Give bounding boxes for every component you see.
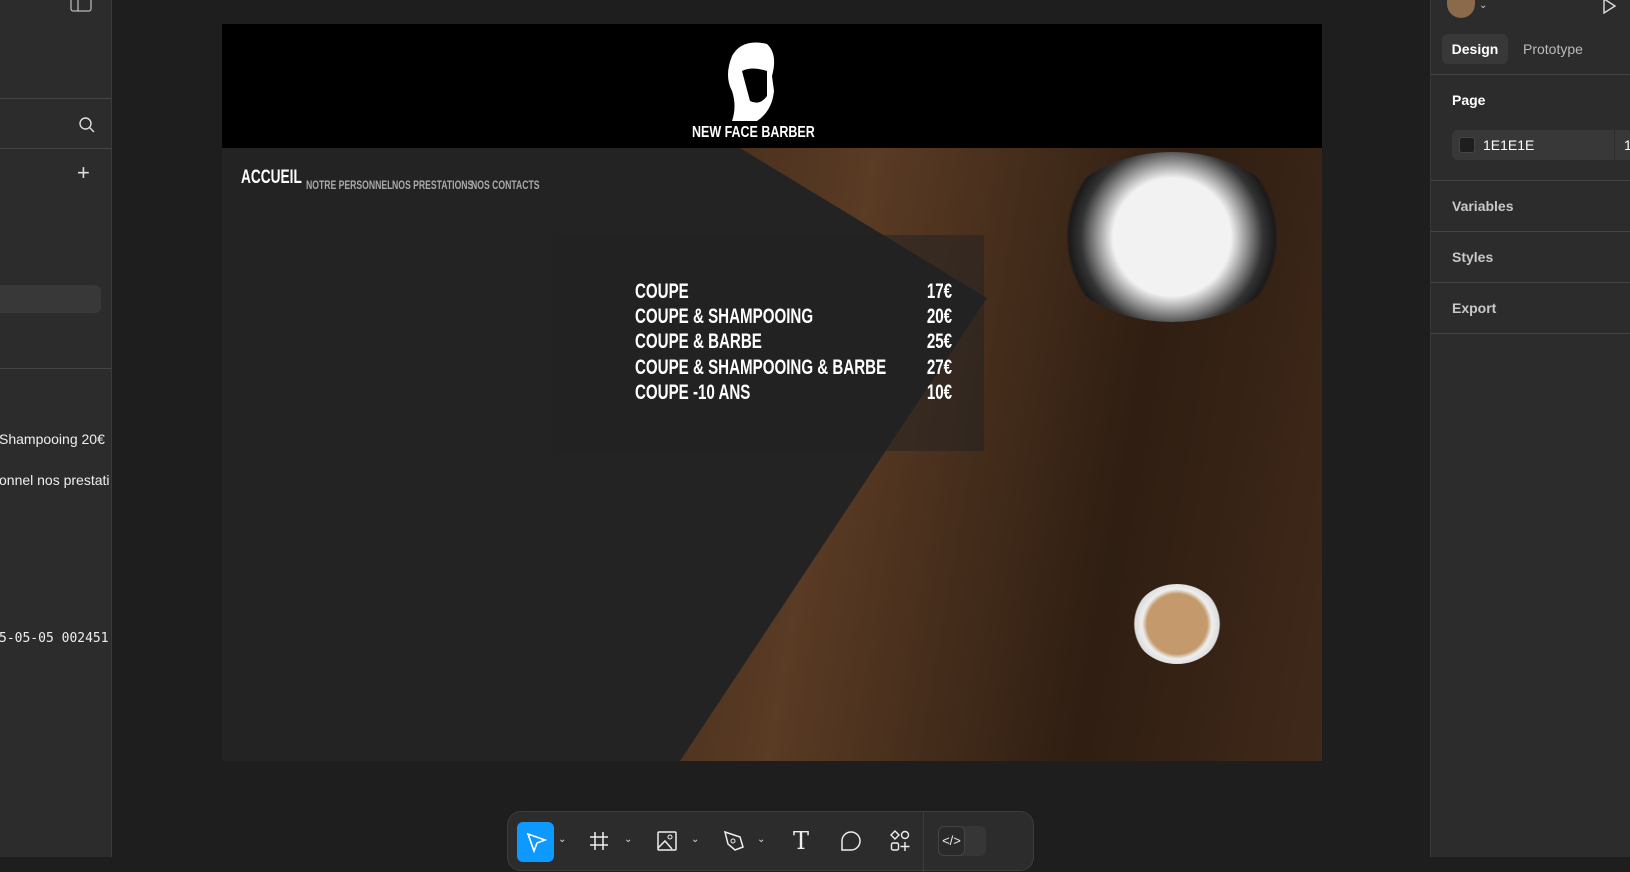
menu-item-name: COUPE & BARBE bbox=[635, 330, 762, 353]
pen-tool-button[interactable] bbox=[719, 826, 749, 856]
menu-item-price: 25€ bbox=[926, 330, 952, 353]
brand-name: NEW FACE BARBER bbox=[692, 124, 815, 141]
chevron-down-icon[interactable]: ⌄ bbox=[757, 834, 765, 845]
image-tool-button[interactable] bbox=[652, 826, 682, 856]
shaving-cream-bowl bbox=[1052, 152, 1292, 322]
color-swatch[interactable] bbox=[1459, 137, 1475, 153]
tab-prototype[interactable]: Prototype bbox=[1523, 41, 1583, 57]
search-icon[interactable] bbox=[78, 116, 96, 134]
assets-tool-button[interactable] bbox=[885, 826, 915, 856]
menu-item-name: COUPE & SHAMPOOING bbox=[635, 305, 814, 328]
comment-icon bbox=[841, 831, 861, 851]
page-section-title: Page bbox=[1452, 92, 1486, 108]
chevron-down-icon[interactable]: ⌄ bbox=[624, 834, 632, 845]
text-icon: T bbox=[792, 827, 809, 855]
menu-item-price: 17€ bbox=[926, 280, 952, 303]
wax-tin bbox=[1132, 584, 1222, 664]
menu-item-price: 27€ bbox=[926, 356, 952, 379]
dev-mode-toggle[interactable]: </> bbox=[938, 826, 986, 856]
barber-page-frame[interactable]: NEW FACE BARBER ACCUEIL NOTRE PERSONNEL … bbox=[222, 24, 1322, 761]
export-section[interactable]: Export bbox=[1452, 300, 1496, 316]
frame-icon bbox=[590, 832, 608, 850]
code-icon: </> bbox=[938, 826, 965, 856]
layer-item[interactable]: Shampooing 20€ bbox=[0, 431, 105, 447]
variables-section[interactable]: Variables bbox=[1452, 198, 1514, 214]
move-tool-button[interactable] bbox=[517, 822, 554, 862]
menu-item-name: COUPE -10 ANS bbox=[635, 381, 751, 404]
layers-panel: + Shampooing 20€ onnel nos prestati 5-05… bbox=[0, 0, 112, 857]
layer-item[interactable]: 5-05-05 002451 1 bbox=[0, 631, 111, 646]
chevron-down-icon[interactable]: ⌄ bbox=[1479, 0, 1487, 11]
menu-item-price: 20€ bbox=[926, 305, 952, 328]
chevron-down-icon[interactable]: ⌄ bbox=[558, 834, 566, 845]
cursor-icon bbox=[526, 832, 547, 853]
play-icon[interactable] bbox=[1601, 0, 1617, 14]
color-hex-value[interactable]: 1E1E1E bbox=[1483, 137, 1534, 153]
styles-section[interactable]: Styles bbox=[1452, 249, 1493, 265]
panel-toggle-icon[interactable] bbox=[70, 0, 92, 12]
add-page-icon[interactable]: + bbox=[77, 160, 90, 186]
page-color-field[interactable]: 1E1E1E 1 bbox=[1452, 130, 1630, 160]
opacity-value[interactable]: 1 bbox=[1624, 137, 1630, 153]
tab-design[interactable]: Design bbox=[1442, 34, 1508, 64]
text-tool-button[interactable]: T bbox=[786, 826, 816, 856]
nav-nos-contacts[interactable]: NOS CONTACTS bbox=[471, 178, 566, 192]
frame-tool-button[interactable] bbox=[584, 826, 614, 856]
properties-panel: ⌄ Design Prototype Page 1E1E1E 1 Variabl… bbox=[1430, 0, 1630, 857]
selected-page-item[interactable] bbox=[0, 285, 101, 313]
components-icon bbox=[890, 830, 910, 851]
pen-icon bbox=[723, 830, 744, 851]
menu-item-price: 10€ bbox=[926, 381, 952, 404]
chevron-down-icon[interactable]: ⌄ bbox=[691, 834, 699, 845]
avatar[interactable] bbox=[1447, 0, 1475, 18]
barber-logo-icon bbox=[728, 42, 775, 121]
bottom-toolbar: ⌄ ⌄ ⌄ ⌄ T </> bbox=[507, 811, 1034, 872]
comment-tool-button[interactable] bbox=[836, 826, 866, 856]
image-icon bbox=[657, 831, 677, 851]
site-header: NEW FACE BARBER bbox=[222, 24, 1322, 148]
layer-item[interactable]: onnel nos prestati bbox=[0, 472, 110, 488]
menu-item-name: COUPE bbox=[635, 280, 689, 303]
